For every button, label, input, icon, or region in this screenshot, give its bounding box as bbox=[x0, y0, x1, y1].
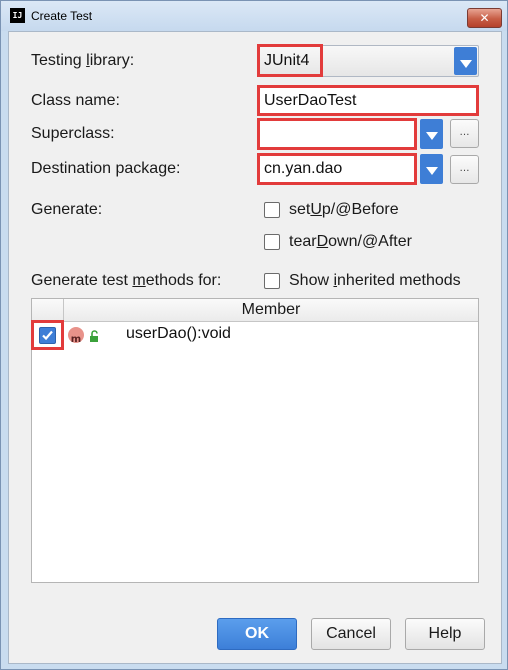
table-header: Member bbox=[32, 299, 478, 322]
create-test-dialog: IJ Create Test ✕ Testing library: JUnit4… bbox=[0, 0, 508, 670]
superclass-browse-button[interactable]: … bbox=[450, 119, 479, 148]
member-name: userDao():void bbox=[126, 325, 231, 342]
testing-library-label: Testing library: bbox=[31, 52, 135, 69]
chevron-down-icon[interactable] bbox=[420, 119, 443, 149]
class-name-value: UserDaoTest bbox=[264, 92, 357, 109]
class-name-label: Class name: bbox=[31, 92, 120, 109]
checkbox-column-header bbox=[32, 299, 64, 321]
chevron-down-icon[interactable] bbox=[420, 154, 443, 184]
ok-button[interactable]: OK bbox=[217, 618, 297, 650]
destination-browse-button[interactable]: … bbox=[450, 155, 479, 184]
member-table: Member m userDao():void bbox=[31, 298, 479, 583]
highlight-superclass bbox=[257, 118, 417, 150]
testing-library-value: JUnit4 bbox=[264, 52, 310, 69]
superclass-label: Superclass: bbox=[31, 125, 115, 142]
table-row[interactable]: m userDao():void bbox=[32, 322, 478, 348]
title-bar: IJ Create Test ✕ bbox=[1, 1, 507, 31]
intellij-app-icon: IJ bbox=[10, 8, 25, 23]
unlocked-padlock-icon bbox=[90, 330, 98, 342]
destination-package-value: cn.yan.dao bbox=[264, 160, 343, 177]
setup-checkbox[interactable] bbox=[264, 202, 280, 218]
generate-label: Generate: bbox=[31, 201, 103, 218]
chevron-down-icon[interactable] bbox=[454, 47, 477, 75]
highlight-row-checkbox bbox=[31, 320, 64, 350]
close-button[interactable]: ✕ bbox=[467, 8, 502, 28]
destination-package-label: Destination package: bbox=[31, 160, 181, 177]
teardown-label: tearDown/@After bbox=[289, 233, 412, 250]
show-inherited-label: Show inherited methods bbox=[289, 272, 461, 289]
help-button[interactable]: Help bbox=[405, 618, 485, 650]
setup-label: setUp/@Before bbox=[289, 201, 399, 218]
cancel-button[interactable]: Cancel bbox=[311, 618, 391, 650]
generate-methods-label: Generate test methods for: bbox=[31, 272, 222, 289]
method-icon: m bbox=[68, 327, 84, 345]
member-column-header[interactable]: Member bbox=[64, 299, 478, 321]
window-title: Create Test bbox=[31, 9, 93, 23]
teardown-checkbox[interactable] bbox=[264, 234, 280, 250]
show-inherited-checkbox[interactable] bbox=[264, 273, 280, 289]
